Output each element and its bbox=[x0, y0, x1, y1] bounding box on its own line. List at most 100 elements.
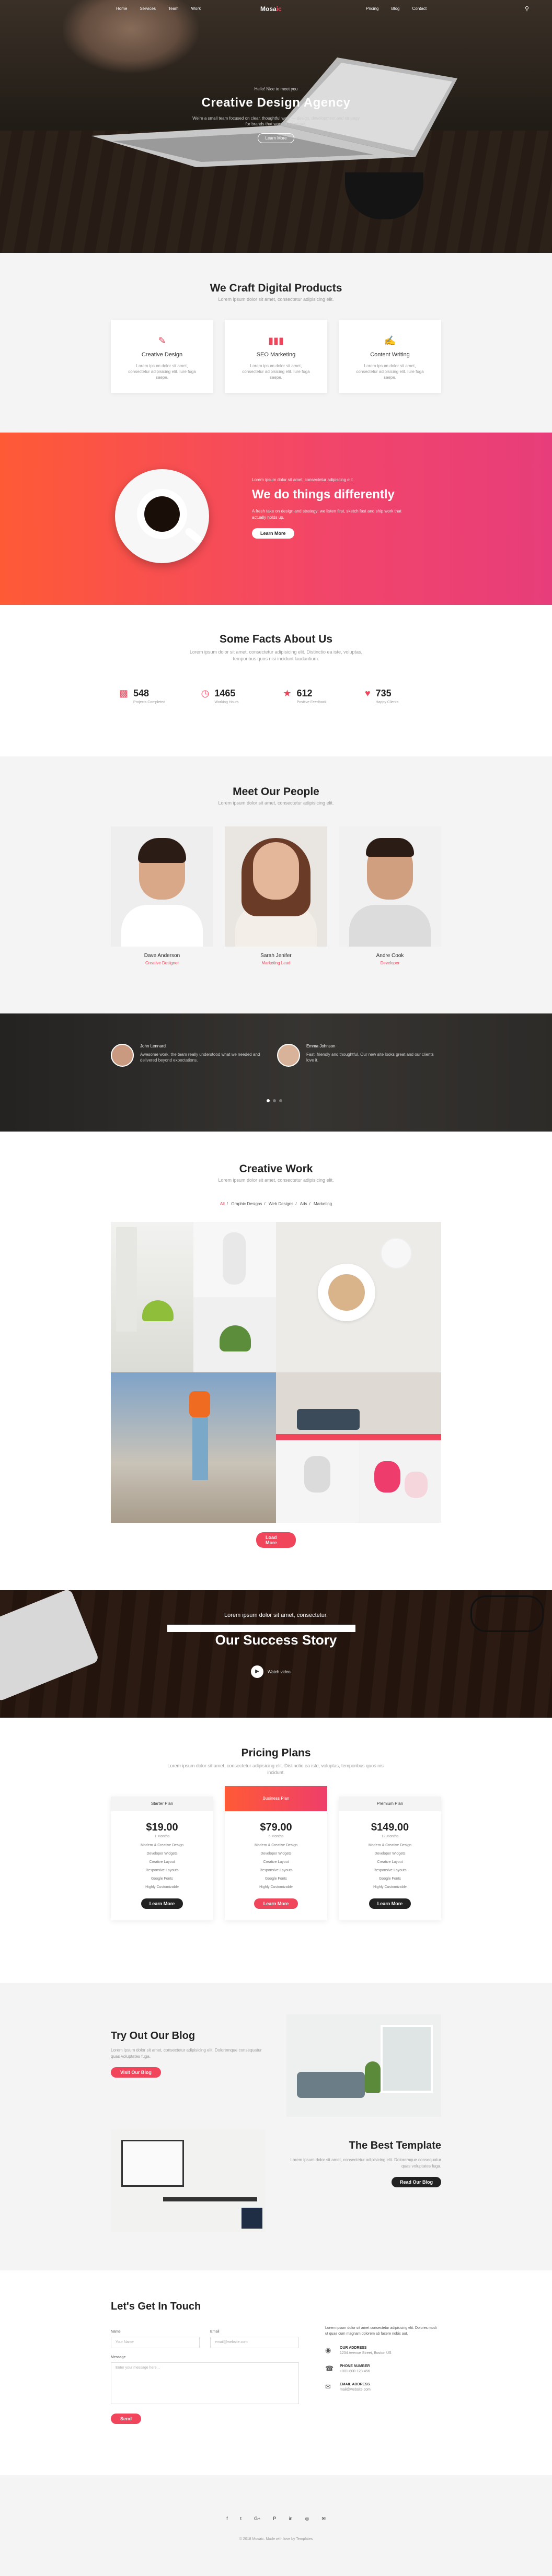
plan-learn-more-button[interactable]: Learn More bbox=[254, 1898, 298, 1909]
testimonials-overlay bbox=[0, 1013, 552, 1132]
plan-period: 6 Months bbox=[268, 1835, 284, 1839]
team-member-role: Creative Designer bbox=[145, 961, 179, 965]
filter-graphic-designs[interactable]: Graphic Designs bbox=[231, 1202, 262, 1206]
accent-stripe bbox=[276, 1434, 441, 1440]
nav-link-pricing[interactable]: Pricing bbox=[366, 6, 378, 11]
dribbble-icon[interactable]: ◎ bbox=[305, 2516, 309, 2522]
testimonial-name: Emma Johnson bbox=[306, 1044, 336, 1048]
success-title: Our Success Story bbox=[215, 1632, 337, 1648]
blog-desk bbox=[163, 2197, 257, 2201]
blog-post-image[interactable] bbox=[286, 2014, 441, 2117]
linkedin-icon[interactable]: in bbox=[289, 2516, 292, 2522]
site-logo[interactable]: Mosaic bbox=[260, 5, 282, 13]
portfolio-grid bbox=[111, 1222, 441, 1523]
plan-learn-more-button[interactable]: Learn More bbox=[369, 1898, 411, 1909]
hero-description: We're a small team focused on clear, tho… bbox=[192, 116, 360, 127]
success-title-backdrop bbox=[167, 1625, 355, 1632]
message-field[interactable]: Enter your message here... bbox=[111, 2362, 299, 2404]
service-description: Lorem ipsum dolor sit amet, consectetur … bbox=[356, 364, 424, 380]
portfolio-item[interactable] bbox=[111, 1372, 276, 1523]
services-section: We Craft Digital Products Lorem ipsum do… bbox=[0, 253, 552, 433]
service-title: Creative Design bbox=[141, 352, 183, 358]
green-chair bbox=[142, 1300, 174, 1321]
testimonial-pagination bbox=[267, 1099, 282, 1102]
blog-post-image[interactable] bbox=[111, 2129, 266, 2232]
pagination-dot[interactable] bbox=[267, 1099, 270, 1102]
pinterest-icon[interactable]: P bbox=[273, 2516, 276, 2522]
fact-label: Projects Completed bbox=[133, 701, 166, 705]
portfolio-item[interactable] bbox=[276, 1222, 441, 1372]
plan-name: Starter Plan bbox=[111, 1797, 213, 1812]
portfolio-item[interactable] bbox=[276, 1440, 359, 1523]
hero-content: Hello! Nice to meet you Creative Design … bbox=[0, 87, 552, 144]
plan-price: $149.00 bbox=[371, 1822, 409, 1834]
read-blog-button[interactable]: Read Our Blog bbox=[391, 2177, 441, 2187]
contact-intro: Lorem ipsum dolor sit amet consectetur a… bbox=[325, 2326, 437, 2336]
orange-shirt-person bbox=[189, 1391, 210, 1417]
contact-item: ◉ OUR ADDRESS 1234 Avenue Street, Boston … bbox=[325, 2346, 440, 2355]
pagination-dot[interactable] bbox=[279, 1099, 282, 1102]
filter-marketing[interactable]: Marketing bbox=[314, 1202, 332, 1206]
play-video-button[interactable]: ▶ Watch video bbox=[251, 1665, 291, 1678]
plan-learn-more-button[interactable]: Learn More bbox=[141, 1898, 183, 1909]
google-plus-icon[interactable]: G+ bbox=[254, 2516, 260, 2522]
filter-all[interactable]: All bbox=[220, 1202, 225, 1206]
fact-value: 612 bbox=[296, 688, 313, 699]
team-member-photo bbox=[225, 826, 327, 947]
contact-item-value: +001-800-123-456 bbox=[340, 2370, 370, 2373]
portfolio-item[interactable] bbox=[193, 1297, 276, 1372]
plan-feature: Highly Customizable bbox=[145, 1885, 179, 1890]
portfolio-filters: All / Graphic Designs / Web Designs / Ads / … bbox=[220, 1202, 332, 1206]
clock-icon: ◷ bbox=[201, 688, 210, 699]
footer-section: f t G+ P in ◎ ✉ © 2018 Mosaic. Made with… bbox=[0, 2475, 552, 2576]
pricing-title: Pricing Plans bbox=[241, 1747, 311, 1759]
filter-web-designs[interactable]: Web Designs bbox=[269, 1202, 293, 1206]
hero-title: Creative Design Agency bbox=[201, 96, 351, 110]
filter-ads[interactable]: Ads bbox=[300, 1202, 307, 1206]
portfolio-item[interactable] bbox=[193, 1222, 276, 1297]
email-field[interactable]: email@website.com bbox=[210, 2337, 299, 2348]
nav-link-work[interactable]: Work bbox=[191, 6, 201, 11]
portfolio-item[interactable] bbox=[359, 1440, 441, 1523]
twitter-icon[interactable]: t bbox=[240, 2516, 242, 2522]
load-more-button[interactable]: Load More bbox=[256, 1532, 296, 1548]
search-icon[interactable]: ⚲ bbox=[525, 5, 529, 12]
nav-link-home[interactable]: Home bbox=[116, 6, 127, 11]
pagination-dot[interactable] bbox=[273, 1099, 276, 1102]
name-field[interactable]: Your Name bbox=[111, 2337, 200, 2348]
send-button[interactable]: Send bbox=[111, 2414, 142, 2424]
contact-title: Let's Get In Touch bbox=[111, 2301, 201, 2312]
fact-value: 1465 bbox=[214, 688, 236, 699]
nav-left-links: Home Services Team Work bbox=[116, 6, 201, 11]
contact-item-value[interactable]: mail@website.com bbox=[340, 2388, 371, 2392]
different-learn-more-button[interactable]: Learn More bbox=[252, 528, 294, 539]
hero-learn-more-button[interactable]: Learn More bbox=[257, 133, 295, 144]
plan-period: 12 Months bbox=[381, 1835, 399, 1839]
facebook-icon[interactable]: f bbox=[226, 2516, 228, 2522]
hero-kicker: Hello! Nice to meet you bbox=[254, 87, 298, 91]
nav-link-services[interactable]: Services bbox=[140, 6, 156, 11]
location-icon: ◉ bbox=[325, 2346, 331, 2354]
plan-feature: Responsive Layouts bbox=[373, 1869, 407, 1873]
nav-link-contact[interactable]: Contact bbox=[412, 6, 427, 11]
plan-period: 1 Months bbox=[154, 1835, 170, 1839]
pencil-icon: ✎ bbox=[158, 335, 166, 346]
plan-feature: Creative Layout bbox=[377, 1860, 403, 1864]
email-icon[interactable]: ✉ bbox=[321, 2516, 326, 2522]
contact-section: Let's Get In Touch Name Your Name Email … bbox=[0, 2270, 552, 2475]
copyright: © 2018 Mosaic. Made with love by Templat… bbox=[239, 2537, 313, 2541]
team-member: Sarah Jenifer Marketing Lead bbox=[225, 826, 327, 965]
plan-feature: Developer Widgets bbox=[146, 1852, 178, 1856]
plan-feature: Highly Customizable bbox=[259, 1885, 293, 1890]
visit-blog-button[interactable]: Visit Our Blog bbox=[111, 2067, 161, 2078]
nav-link-team[interactable]: Team bbox=[168, 6, 179, 11]
contact-item: ✉ EMAIL ADDRESS mail@website.com bbox=[325, 2383, 440, 2392]
sofa bbox=[297, 1409, 360, 1430]
plan-feature: Developer Widgets bbox=[374, 1852, 406, 1856]
portfolio-item[interactable] bbox=[111, 1222, 193, 1372]
portfolio-item[interactable] bbox=[276, 1372, 441, 1440]
message-label: Message bbox=[111, 2356, 126, 2359]
nav-link-blog[interactable]: Blog bbox=[391, 6, 399, 11]
fact-value: 548 bbox=[133, 688, 150, 699]
top-navigation: Home Services Team Work Mosaic Pricing B… bbox=[0, 0, 552, 20]
